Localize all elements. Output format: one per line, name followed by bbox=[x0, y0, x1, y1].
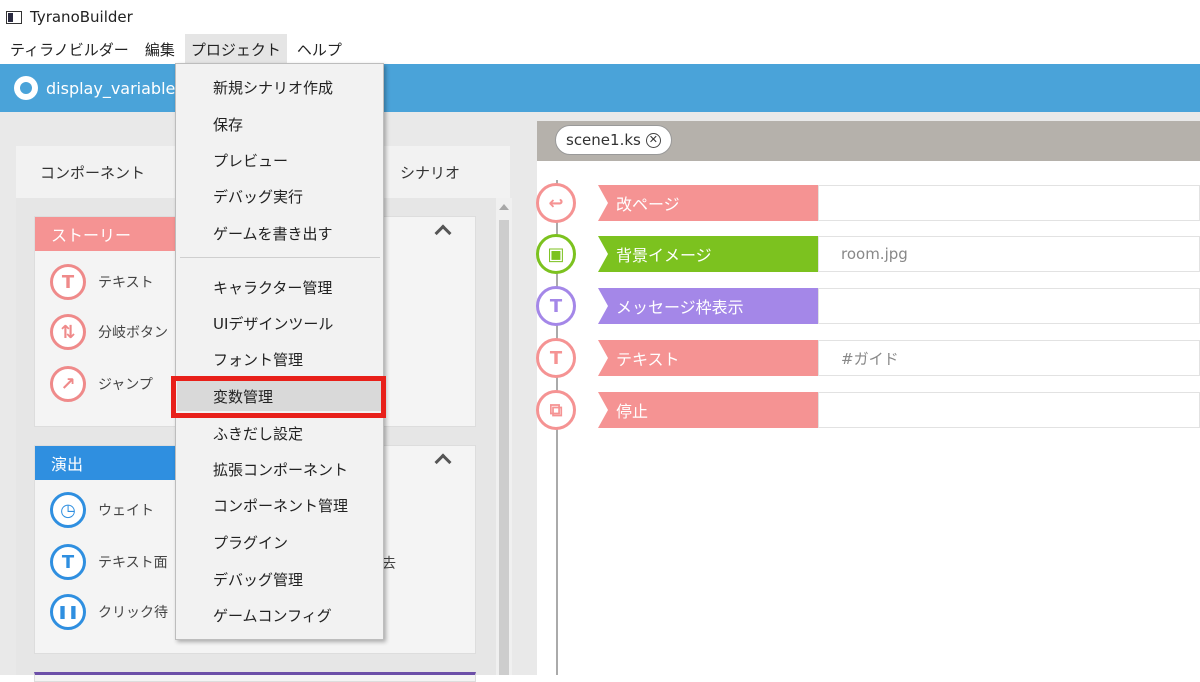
scenario-row[interactable]: ▣ 背景イメージ room.jpg bbox=[536, 234, 1200, 274]
app-icon bbox=[6, 10, 22, 24]
scenario-row[interactable]: ⧉ 停止 bbox=[536, 390, 1200, 430]
component-label: テキスト面 bbox=[98, 555, 168, 571]
text-icon: T bbox=[536, 338, 576, 378]
menu-item-debug-manager[interactable]: デバッグ管理 bbox=[177, 564, 382, 594]
stop-icon: ⧉ bbox=[536, 390, 576, 430]
row-value bbox=[818, 185, 1200, 221]
background-image-icon: ▣ bbox=[536, 234, 576, 274]
jump-icon: ↗ bbox=[50, 366, 86, 402]
component-label: 分岐ボタン bbox=[98, 325, 168, 341]
menu-item-component-manager[interactable]: コンポーネント管理 bbox=[177, 490, 382, 520]
menu-item-export-game[interactable]: ゲームを書き出す bbox=[177, 218, 382, 248]
project-name: display_variable bbox=[46, 78, 176, 98]
window-title: TyranoBuilder bbox=[30, 8, 133, 26]
component-click-wait[interactable]: ❚❚ クリック待 bbox=[50, 594, 168, 630]
row-label: メッセージ枠表示 bbox=[598, 288, 818, 324]
tab-scenario[interactable]: シナリオ bbox=[400, 162, 460, 183]
menu-item-save[interactable]: 保存 bbox=[177, 109, 382, 139]
text-erase-icon: T bbox=[50, 544, 86, 580]
menu-bar: ティラノビルダー 編集 プロジェクト ヘルプ bbox=[0, 33, 1200, 65]
component-label: ジャンプ bbox=[98, 377, 153, 393]
row-value bbox=[818, 392, 1200, 428]
section-next bbox=[34, 672, 476, 682]
menu-separator bbox=[180, 257, 380, 258]
chevron-up-icon[interactable] bbox=[434, 224, 452, 242]
menu-item-plugins[interactable]: プラグイン bbox=[177, 527, 382, 557]
menu-tyranobuilder[interactable]: ティラノビルダー bbox=[4, 34, 135, 65]
title-bar: TyranoBuilder bbox=[0, 0, 1200, 34]
menu-item-ui-design-tool[interactable]: UIデザインツール bbox=[177, 308, 382, 338]
tyrano-logo-icon bbox=[14, 76, 38, 100]
click-wait-icon: ❚❚ bbox=[50, 594, 86, 630]
menu-edit[interactable]: 編集 bbox=[139, 34, 181, 65]
menu-project[interactable]: プロジェクト bbox=[184, 33, 287, 65]
scroll-up-arrow-icon[interactable] bbox=[499, 204, 509, 210]
close-icon[interactable]: ✕ bbox=[645, 132, 661, 148]
section-title: 演出 bbox=[35, 446, 175, 480]
menu-item-speech-bubble-settings[interactable]: ふきだし設定 bbox=[177, 418, 382, 448]
component-label-right: 去 bbox=[382, 556, 396, 572]
text-icon: T bbox=[50, 264, 86, 300]
component-jump[interactable]: ↗ ジャンプ bbox=[50, 366, 153, 402]
menu-item-font-manager[interactable]: フォント管理 bbox=[177, 344, 382, 374]
menu-item-extension-components[interactable]: 拡張コンポーネント bbox=[177, 454, 382, 484]
component-text-erase[interactable]: T テキスト面 bbox=[50, 544, 168, 580]
menu-item-new-scenario[interactable]: 新規シナリオ作成 bbox=[177, 72, 382, 102]
chevron-up-icon[interactable] bbox=[434, 453, 452, 471]
component-text[interactable]: T テキスト bbox=[50, 264, 154, 300]
project-menu: 新規シナリオ作成 保存 プレビュー デバッグ実行 ゲームを書き出す キャラクター… bbox=[175, 63, 384, 640]
row-label: テキスト bbox=[598, 340, 818, 376]
menu-item-game-config[interactable]: ゲームコンフィグ bbox=[177, 600, 382, 630]
wait-icon: ◷ bbox=[50, 492, 86, 528]
scroll-thumb[interactable] bbox=[499, 220, 509, 675]
row-value bbox=[818, 288, 1200, 324]
row-value: room.jpg bbox=[818, 236, 1200, 272]
component-label: ウェイト bbox=[98, 503, 154, 519]
menu-help[interactable]: ヘルプ bbox=[291, 34, 348, 65]
page-break-icon: ↩ bbox=[536, 183, 576, 223]
component-label: クリック待 bbox=[98, 605, 168, 621]
component-scrollbar[interactable] bbox=[496, 198, 512, 675]
file-tab[interactable]: scene1.ks ✕ bbox=[555, 125, 672, 155]
highlight-box bbox=[171, 376, 386, 418]
file-tab-label: scene1.ks bbox=[566, 131, 641, 149]
row-label: 停止 bbox=[598, 392, 818, 428]
branch-icon: ⇅ bbox=[50, 314, 86, 350]
component-label: テキスト bbox=[98, 275, 154, 291]
scenario-row[interactable]: ↩ 改ページ bbox=[536, 183, 1200, 223]
row-label: 背景イメージ bbox=[598, 236, 818, 272]
scenario-row[interactable]: T テキスト #ガイド bbox=[536, 338, 1200, 378]
menu-item-preview[interactable]: プレビュー bbox=[177, 145, 382, 175]
menu-item-character-manager[interactable]: キャラクター管理 bbox=[177, 272, 382, 302]
row-label: 改ページ bbox=[598, 185, 818, 221]
tab-components[interactable]: コンポーネント bbox=[40, 162, 145, 183]
menu-item-debug-run[interactable]: デバッグ実行 bbox=[177, 181, 382, 211]
scenario-row[interactable]: T メッセージ枠表示 bbox=[536, 286, 1200, 326]
row-value: #ガイド bbox=[818, 340, 1200, 376]
component-branch-button[interactable]: ⇅ 分岐ボタン bbox=[50, 314, 168, 350]
section-title: ストーリー bbox=[35, 217, 175, 251]
component-wait[interactable]: ◷ ウェイト bbox=[50, 492, 154, 528]
message-window-icon: T bbox=[536, 286, 576, 326]
